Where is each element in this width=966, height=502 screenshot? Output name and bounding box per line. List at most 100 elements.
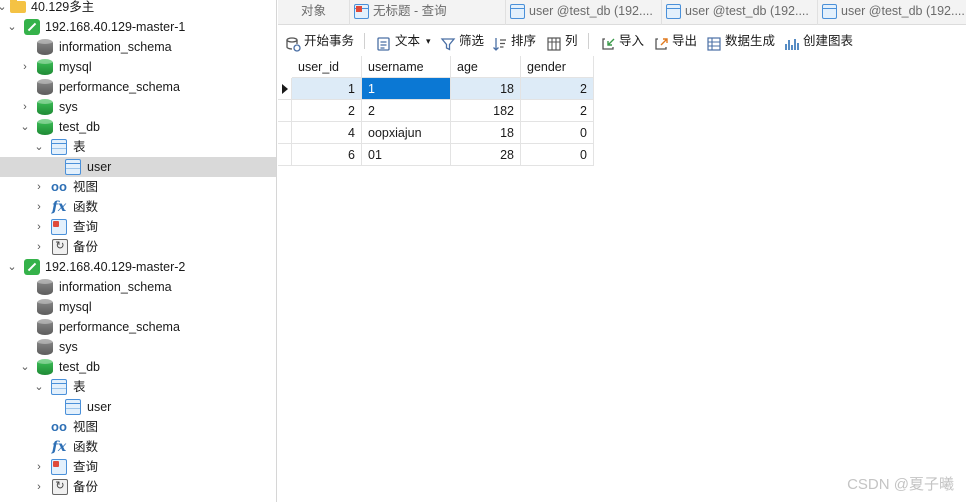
import-label: 导入 xyxy=(619,34,645,48)
query-icon xyxy=(354,4,369,19)
column-header[interactable]: username xyxy=(362,56,451,78)
tree-db-test[interactable]: ⌄ test_db xyxy=(0,117,276,137)
chevron-down-icon[interactable]: ⌄ xyxy=(33,137,45,157)
table-cell[interactable]: 182 xyxy=(451,100,521,122)
tree-functions[interactable]: fx 函数 xyxy=(0,437,276,457)
chevron-down-icon[interactable]: ⌄ xyxy=(19,357,31,377)
chevron-right-icon[interactable]: › xyxy=(33,457,45,477)
filter-label: 筛选 xyxy=(459,34,485,48)
database-icon xyxy=(37,299,53,315)
tree-backups[interactable]: › ↻ 备份 xyxy=(0,237,276,257)
tree-db-item[interactable]: information_schema xyxy=(0,37,276,57)
tree-functions[interactable]: › fx 函数 xyxy=(0,197,276,217)
row-header[interactable] xyxy=(278,100,292,122)
chevron-right-icon[interactable]: › xyxy=(33,237,45,257)
table-cell[interactable]: 2 xyxy=(362,100,451,122)
table-cell[interactable]: 0 xyxy=(521,122,594,144)
database-icon xyxy=(37,119,53,135)
database-icon xyxy=(37,39,53,55)
functions-label: 函数 xyxy=(73,440,99,454)
table-cell-selected[interactable]: 1 xyxy=(362,78,451,100)
tree-backups[interactable]: › ↻ 备份 xyxy=(0,477,276,497)
tree-connection-1[interactable]: ⌄ 192.168.40.129-master-1 xyxy=(0,17,276,37)
column-header[interactable]: user_id xyxy=(292,56,362,78)
tree-tables-folder[interactable]: ⌄ 表 xyxy=(0,377,276,397)
chevron-right-icon[interactable]: › xyxy=(33,197,45,217)
data-generation-icon xyxy=(706,33,722,51)
chevron-right-icon[interactable]: › xyxy=(33,177,45,197)
table-cell[interactable]: 4 xyxy=(292,122,362,144)
tree-db-item[interactable]: › mysql xyxy=(0,57,276,77)
tree-group-label: 40.129多主 xyxy=(31,0,95,14)
db-label: sys xyxy=(59,340,78,354)
toolbar: 开始事务 文本 ▾ 筛选 排序 列 导入 导出 数据生成 创建图表 xyxy=(278,26,966,56)
current-row-indicator-icon[interactable] xyxy=(278,78,292,100)
chevron-down-icon[interactable]: ⌄ xyxy=(6,17,18,37)
query-icon xyxy=(51,219,67,235)
table-icon xyxy=(822,4,837,19)
navigation-tree: ⌄ 40.129多主 ⌄ 192.168.40.129-master-1 inf… xyxy=(0,0,277,502)
chevron-right-icon[interactable]: › xyxy=(33,217,45,237)
data-generation-label: 数据生成 xyxy=(725,34,776,48)
chevron-down-icon[interactable]: ⌄ xyxy=(6,257,18,277)
tree-connection-2[interactable]: ⌄ 192.168.40.129-master-2 xyxy=(0,257,276,277)
tree-db-item[interactable]: › sys xyxy=(0,97,276,117)
views-label: 视图 xyxy=(73,420,99,434)
table-icon xyxy=(65,399,81,415)
chevron-right-icon[interactable]: › xyxy=(33,477,45,497)
tree-queries[interactable]: › 查询 xyxy=(0,217,276,237)
table-cell[interactable]: 28 xyxy=(451,144,521,166)
chevron-down-icon[interactable]: ⌄ xyxy=(33,377,45,397)
tree-db-item[interactable]: sys xyxy=(0,337,276,357)
tree-db-item[interactable]: information_schema xyxy=(0,277,276,297)
tree-table-user[interactable]: user xyxy=(0,397,276,417)
view-icon: oo xyxy=(51,179,67,194)
table-cell[interactable]: 2 xyxy=(521,78,594,100)
tree-tables-folder[interactable]: ⌄ 表 xyxy=(0,137,276,157)
tree-table-user[interactable]: user xyxy=(0,157,276,177)
table-cell[interactable]: oopxiajun xyxy=(362,122,451,144)
tree-db-item[interactable]: performance_schema xyxy=(0,317,276,337)
view-icon: oo xyxy=(51,419,67,434)
tab-user-table-2[interactable]: user @test_db (192.... xyxy=(664,0,818,25)
tab-label: 对象 xyxy=(300,4,326,18)
tree-db-test[interactable]: ⌄ test_db xyxy=(0,357,276,377)
columns-label: 列 xyxy=(565,34,578,48)
tab-label: user @test_db (192.... xyxy=(685,4,809,18)
row-header[interactable] xyxy=(278,122,292,144)
tab-untitled-query[interactable]: 无标题 - 查询 xyxy=(352,0,506,25)
tree-db-item[interactable]: performance_schema xyxy=(0,77,276,97)
chevron-down-icon[interactable]: ⌄ xyxy=(0,0,8,17)
table-cell[interactable]: 18 xyxy=(451,78,521,100)
table-cell[interactable]: 2 xyxy=(292,100,362,122)
tree-views[interactable]: › oo 视图 xyxy=(0,177,276,197)
query-icon xyxy=(51,459,67,475)
backups-label: 备份 xyxy=(73,480,99,494)
row-header[interactable] xyxy=(278,144,292,166)
table-cell[interactable]: 6 xyxy=(292,144,362,166)
db-label: test_db xyxy=(59,120,101,134)
transaction-icon xyxy=(285,33,301,52)
chevron-right-icon[interactable]: › xyxy=(19,57,31,77)
text-label: 文本 xyxy=(395,34,421,48)
dropdown-arrow-icon: ▾ xyxy=(426,36,431,46)
table-cell[interactable]: 0 xyxy=(521,144,594,166)
db-label: mysql xyxy=(59,60,92,74)
tree-group[interactable]: ⌄ 40.129多主 xyxy=(0,0,276,17)
tab-user-table-1[interactable]: user @test_db (192.... xyxy=(508,0,662,25)
table-cell[interactable]: 2 xyxy=(521,100,594,122)
database-icon xyxy=(37,79,53,95)
tree-db-item[interactable]: mysql xyxy=(0,297,276,317)
tab-user-table-3[interactable]: user @test_db (192.... xyxy=(820,0,966,25)
chevron-down-icon[interactable]: ⌄ xyxy=(19,117,31,137)
table-cell[interactable]: 1 xyxy=(292,78,362,100)
chevron-right-icon[interactable]: › xyxy=(19,97,31,117)
tree-queries[interactable]: › 查询 xyxy=(0,457,276,477)
column-header[interactable]: gender xyxy=(521,56,594,78)
db-label: performance_schema xyxy=(59,320,180,334)
table-cell[interactable]: 01 xyxy=(362,144,451,166)
table-cell[interactable]: 18 xyxy=(451,122,521,144)
tab-objects[interactable]: 对象 xyxy=(278,0,350,25)
column-header[interactable]: age xyxy=(451,56,521,78)
tree-views[interactable]: oo 视图 xyxy=(0,417,276,437)
